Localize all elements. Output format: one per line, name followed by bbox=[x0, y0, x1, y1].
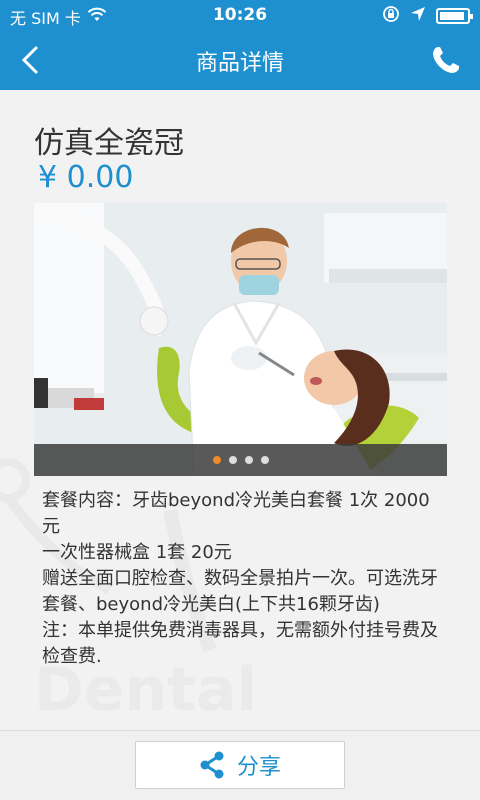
carousel-dot-4[interactable] bbox=[260, 456, 269, 464]
location-icon bbox=[410, 6, 426, 26]
description-line: 赠送全面口腔检查、数码全景拍片一次。可选洗牙套餐、beyond冷光美白(上下共1… bbox=[42, 568, 438, 615]
product-image-carousel[interactable] bbox=[34, 203, 447, 476]
product-description: 套餐内容：牙齿beyond冷光美白套餐 1次 2000元 一次性器械盒 1套 2… bbox=[42, 488, 444, 670]
page-title: 商品详情 bbox=[195, 51, 284, 76]
battery-icon bbox=[436, 8, 473, 24]
carousel-dot-1[interactable] bbox=[212, 456, 221, 464]
product-detail: Dental 仿真全瓷冠 ¥ 0.00 套餐内容：牙齿beyond冷光美白套餐 … bbox=[0, 90, 480, 730]
carousel-dot-2[interactable] bbox=[228, 456, 237, 464]
phone-icon bbox=[433, 47, 459, 73]
bottom-bar: 分享 bbox=[0, 730, 480, 800]
carousel-dot-3[interactable] bbox=[244, 456, 253, 464]
status-bar: 无 SIM 卡 10:26 bbox=[0, 0, 480, 30]
product-price: ¥ 0.00 bbox=[38, 160, 134, 195]
orientation-lock-icon bbox=[382, 5, 400, 27]
description-line: 一次性器械盒 1套 20元 bbox=[42, 542, 232, 563]
carousel-indicator-bar bbox=[34, 444, 447, 476]
nav-bar: 商品详情 bbox=[0, 30, 480, 90]
status-right bbox=[382, 5, 473, 27]
description-line: 套餐内容：牙齿beyond冷光美白套餐 1次 2000元 bbox=[42, 490, 430, 537]
dentist-photo bbox=[34, 203, 447, 476]
product-name: 仿真全瓷冠 bbox=[34, 126, 184, 161]
share-button[interactable]: 分享 bbox=[135, 741, 345, 789]
share-icon bbox=[200, 751, 224, 779]
description-line: 注：本单提供免费消毒器具，无需额外付挂号费及检查费. bbox=[42, 620, 438, 667]
call-button[interactable] bbox=[426, 40, 466, 80]
share-label: 分享 bbox=[236, 755, 281, 780]
